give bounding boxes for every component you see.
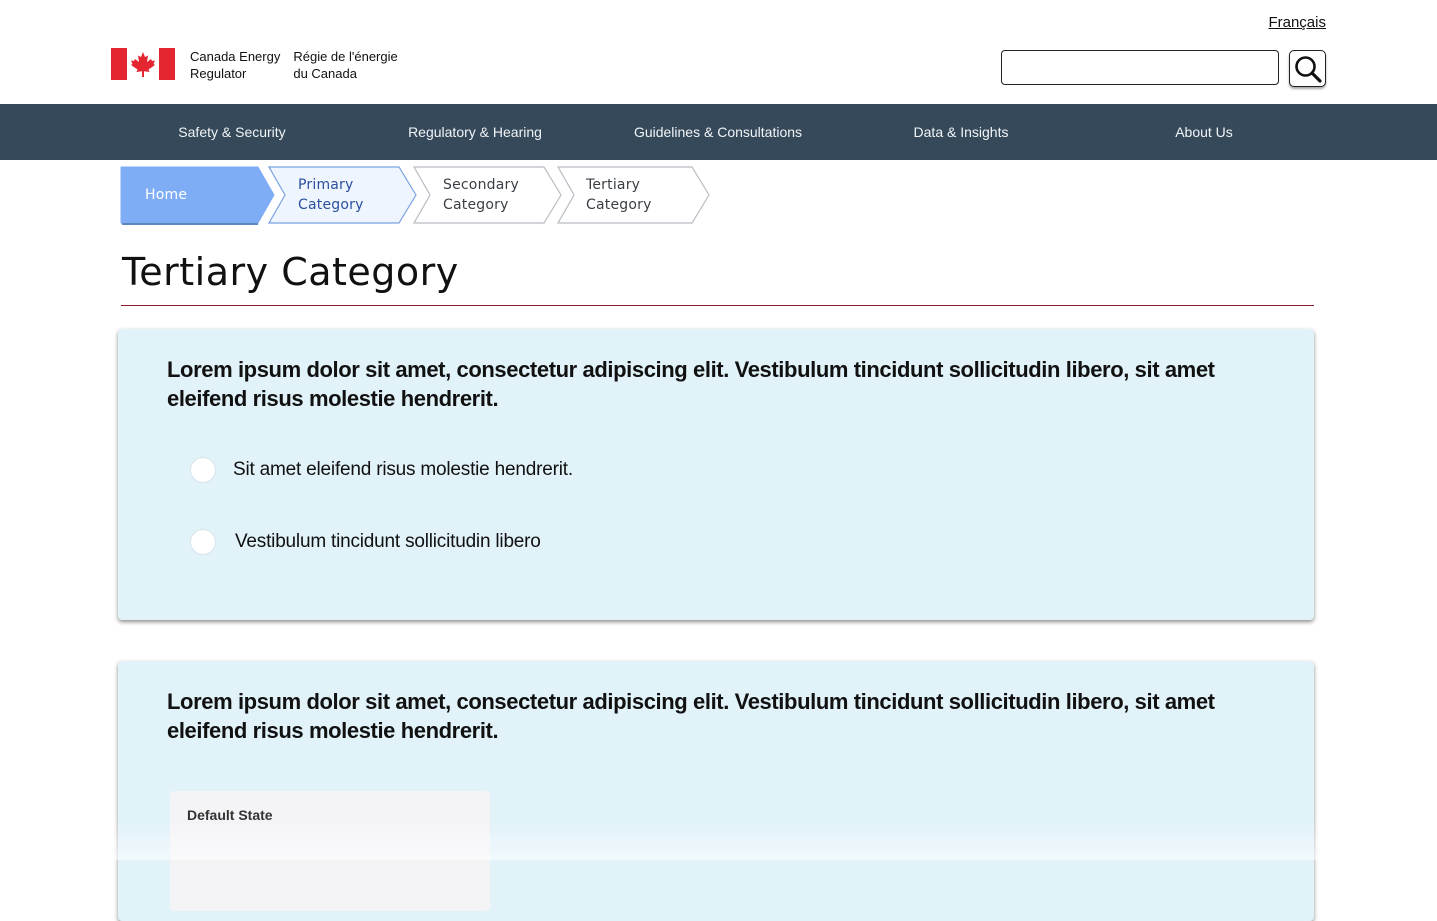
breadcrumb-item-primary-category[interactable]: Primary Category: [268, 166, 420, 224]
title-divider: [121, 305, 1314, 306]
breadcrumb-secondary-label: Secondary Category: [443, 175, 519, 215]
breadcrumb-secondary-line1: Secondary: [443, 177, 519, 193]
brand-fr-line2: du Canada: [293, 66, 357, 81]
search-input[interactable]: [1002, 51, 1278, 84]
breadcrumb-secondary-line2: Category: [443, 197, 509, 213]
breadcrumb-home-label: Home: [145, 187, 188, 203]
brand-fr-line1: Régie de l'énergie: [293, 49, 398, 64]
canada-flag-icon: [111, 48, 175, 80]
default-state-field[interactable]: Default State: [170, 791, 490, 911]
breadcrumb-primary-line1: Primary: [298, 177, 354, 193]
nav-item-data-insights[interactable]: Data & Insights: [914, 104, 1009, 160]
breadcrumb-tertiary-line1: Tertiary: [586, 177, 641, 193]
nav-item-guidelines-consultations[interactable]: Guidelines & Consultations: [634, 104, 802, 160]
radio-option-2[interactable]: Vestibulum tincidunt sollicitudin libero: [190, 529, 541, 555]
radio-option-label: Sit amet eleifend risus molestie hendrer…: [233, 459, 573, 480]
brand-en-line1: Canada Energy: [190, 49, 281, 64]
breadcrumb-primary-line2: Category: [298, 197, 364, 213]
breadcrumb-item-tertiary-category[interactable]: Tertiary Category: [557, 166, 713, 224]
question-card: Lorem ipsum dolor sit amet, consectetur …: [118, 329, 1314, 620]
nav-item-about-us[interactable]: About Us: [1175, 104, 1233, 160]
brand-name-french: Régie de l'énergie du Canada: [293, 48, 397, 82]
main-navigation: Safety & Security Regulatory & Hearing G…: [0, 104, 1437, 160]
search-button[interactable]: [1289, 50, 1326, 87]
nav-item-regulatory-hearing[interactable]: Regulatory & Hearing: [408, 104, 542, 160]
breadcrumb-tertiary-line2: Category: [586, 197, 652, 213]
page-title: Tertiary Category: [122, 250, 459, 294]
brand-en-line2: Regulator: [190, 66, 247, 81]
radio-option-1[interactable]: Sit amet eleifend risus molestie hendrer…: [190, 457, 573, 483]
breadcrumb-item-secondary-category[interactable]: Secondary Category: [413, 166, 565, 224]
brand-name-english: Canada Energy Regulator: [190, 48, 280, 82]
breadcrumb-item-home[interactable]: Home: [120, 166, 276, 225]
breadcrumb-chevron-shape: [120, 166, 275, 225]
question-text: Lorem ipsum dolor sit amet, consectetur …: [167, 689, 1215, 743]
breadcrumb-tertiary-label: Tertiary Category: [586, 175, 652, 215]
site-brand[interactable]: Canada Energy Regulator Régie de l'énerg…: [111, 48, 398, 82]
question-text: Lorem ipsum dolor sit amet, consectetur …: [167, 357, 1215, 411]
search-field[interactable]: [1001, 50, 1279, 85]
radio-button[interactable]: [190, 529, 216, 555]
breadcrumb-primary-label: Primary Category: [298, 175, 364, 215]
default-state-label: Default State: [187, 807, 273, 823]
search-icon: [1294, 55, 1322, 83]
question-card: Lorem ipsum dolor sit amet, consectetur …: [118, 661, 1314, 921]
language-toggle-link[interactable]: Français: [1268, 14, 1326, 31]
radio-option-label: Vestibulum tincidunt sollicitudin libero: [235, 531, 541, 552]
nav-item-safety-security[interactable]: Safety & Security: [178, 104, 285, 160]
radio-button[interactable]: [190, 457, 216, 483]
